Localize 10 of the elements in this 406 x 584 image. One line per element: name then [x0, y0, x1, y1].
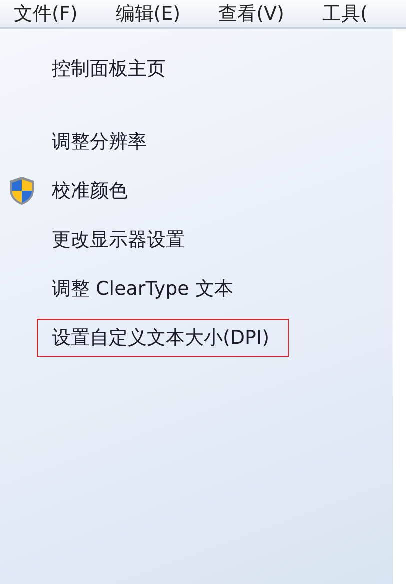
sidebar-link[interactable]: 设置自定义文本大小(DPI) [38, 320, 288, 356]
sidebar-link[interactable]: 控制面板主页 [52, 57, 393, 81]
sidebar-link[interactable]: 更改显示器设置 [52, 228, 185, 252]
menu-item[interactable]: 工具( [308, 3, 368, 27]
sidebar-link[interactable]: 调整分辨率 [52, 130, 147, 154]
menu-item[interactable]: 文件(F) [0, 3, 78, 27]
menu-item[interactable]: 编辑(E) [102, 3, 181, 27]
menu-item[interactable]: 查看(V) [204, 3, 284, 27]
sidebar-link[interactable]: 调整 ClearType 文本 [52, 277, 234, 301]
sidebar-link[interactable]: 校准颜色 [52, 179, 128, 203]
